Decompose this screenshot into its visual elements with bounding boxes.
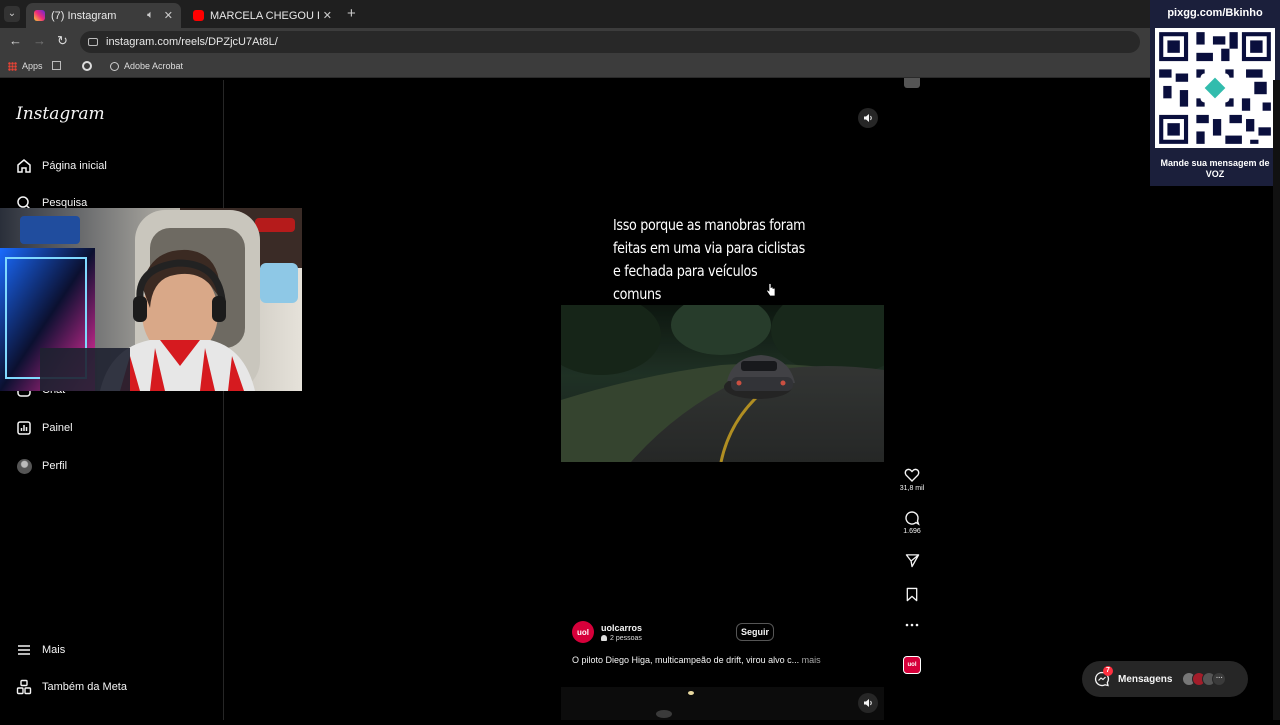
- tab-title: (7) Instagram: [51, 9, 117, 22]
- unread-badge: 7: [1103, 666, 1113, 676]
- qr-code: [1155, 28, 1275, 148]
- bookmarks-bar: Apps Adobe Acrobat: [0, 56, 1280, 78]
- tab-title: MARCELA CHEGOU PRA AGILIZ: [210, 9, 319, 22]
- audio-avatar-image: uol: [903, 656, 921, 674]
- pix-donation-overlay: pixgg.com/Bkinho Mande sua mensagem de V…: [1150, 0, 1280, 186]
- like-action[interactable]: 31,8 mil: [896, 467, 928, 492]
- pix-url: pixgg.com/Bkinho: [1167, 7, 1263, 19]
- reel-author[interactable]: uol uolcarros 2 pessoas: [572, 621, 642, 643]
- previous-reel-avatar[interactable]: [904, 78, 920, 88]
- menu-icon: [16, 642, 32, 658]
- pix-voice-message-text: Mande sua mensagem de VOZ: [1160, 158, 1270, 179]
- follow-button[interactable]: Seguir: [736, 623, 774, 641]
- reel-video-frame: [561, 305, 884, 462]
- volume-button-next[interactable]: [858, 693, 878, 713]
- close-tab-icon[interactable]: ✕: [323, 9, 332, 22]
- globe-icon: [110, 61, 119, 71]
- like-count: 31,8 mil: [899, 485, 925, 492]
- instagram-logo[interactable]: Instagram: [16, 104, 105, 124]
- sidebar-item-dashboard[interactable]: Painel: [16, 420, 73, 436]
- sidebar-item-home[interactable]: Página inicial: [16, 158, 107, 174]
- tab-youtube[interactable]: MARCELA CHEGOU PRA AGILIZ ✕: [185, 3, 340, 28]
- author-username[interactable]: uolcarros: [601, 623, 642, 633]
- avatar: [16, 458, 32, 474]
- speaker-icon: [864, 699, 872, 707]
- send-icon: [905, 554, 919, 568]
- forward-icon[interactable]: →: [33, 33, 46, 48]
- reload-icon[interactable]: ↻: [57, 33, 68, 49]
- save-action[interactable]: [896, 587, 928, 602]
- author-avatar[interactable]: uol: [572, 621, 594, 643]
- page-scrollbar[interactable]: [1273, 80, 1280, 720]
- close-tab-icon[interactable]: ✕: [164, 9, 173, 22]
- url-text: instagram.com/reels/DPZjcU7At8L/: [106, 36, 278, 48]
- dashboard-icon: [16, 420, 32, 436]
- sidebar-item-label: Perfil: [42, 460, 68, 472]
- sidebar-item-also-from-meta[interactable]: Também da Meta: [16, 679, 127, 695]
- apps-grid-icon: [8, 61, 17, 71]
- comment-action[interactable]: 1.696: [896, 510, 928, 535]
- share-action[interactable]: [896, 553, 928, 568]
- person-icon: [601, 635, 607, 641]
- grid-icon: [52, 61, 61, 70]
- bookmark-icon: [906, 587, 918, 602]
- sidebar-item-more[interactable]: Mais: [16, 642, 65, 658]
- messages-button[interactable]: 7 Mensagens ···: [1082, 661, 1248, 697]
- bookmark-label: Adobe Acrobat: [124, 61, 184, 71]
- messages-label: Mensagens: [1118, 673, 1173, 685]
- reel-video[interactable]: [561, 305, 884, 462]
- reel-overlay-text: Isso porque as manobras foram feitas em …: [613, 216, 806, 303]
- post-caption: O piloto Diego Higa, multicampeão de dri…: [572, 655, 821, 665]
- comment-count: 1.696: [903, 528, 921, 535]
- bookmark-apps[interactable]: Apps: [8, 61, 43, 71]
- youtube-favicon-icon: [193, 10, 204, 21]
- sidebar-item-label: Página inicial: [42, 160, 107, 172]
- more-avatars-icon: ···: [1212, 672, 1227, 686]
- webcam-overlay: [0, 208, 302, 391]
- collab-text: 2 pessoas: [610, 634, 642, 642]
- sidebar-item-label: Mais: [42, 644, 66, 656]
- hand-cursor-icon: [766, 283, 776, 302]
- audio-avatar[interactable]: uol: [896, 656, 928, 674]
- recent-chat-avatars: ···: [1182, 672, 1227, 686]
- more-options-button[interactable]: [896, 622, 928, 628]
- speaker-icon: [864, 114, 872, 122]
- grid-bookmark[interactable]: [52, 61, 66, 70]
- browser-tab-bar: ⌄ (7) Instagram 🔈︎ ✕ MARCELA CHEGOU PRA …: [0, 0, 1280, 28]
- new-tab-button[interactable]: +: [347, 5, 356, 22]
- next-reel-frame: [561, 687, 884, 720]
- site-info-icon[interactable]: [88, 38, 98, 46]
- speaker-icon[interactable]: 🔈︎: [147, 9, 154, 22]
- instagram-favicon-icon: [34, 10, 45, 21]
- sidebar-item-label: Também da Meta: [42, 681, 127, 693]
- browser-toolbar: ← → ↻ instagram.com/reels/DPZjcU7At8L/: [0, 28, 1280, 56]
- tab-instagram[interactable]: (7) Instagram 🔈︎ ✕: [26, 3, 181, 28]
- caption-more-link[interactable]: mais: [802, 655, 821, 665]
- address-bar[interactable]: instagram.com/reels/DPZjcU7At8L/: [80, 31, 1140, 53]
- collab-info[interactable]: 2 pessoas: [601, 635, 642, 642]
- google-bookmark[interactable]: [82, 61, 97, 71]
- comment-icon: [905, 511, 920, 526]
- next-reel-preview[interactable]: [561, 687, 884, 720]
- volume-button[interactable]: [858, 108, 878, 128]
- webcam-image: [0, 208, 302, 391]
- meta-icon: [16, 679, 32, 695]
- tab-search-button[interactable]: ⌄: [4, 6, 20, 22]
- caption-text: O piloto Diego Higa, multicampeão de dri…: [572, 655, 800, 665]
- messenger-icon: 7: [1094, 666, 1113, 687]
- bookmark-label: Apps: [22, 61, 43, 71]
- sidebar-item-profile[interactable]: Perfil: [16, 458, 67, 474]
- sidebar: Instagram Página inicial Pesquisa Chat P…: [0, 80, 224, 720]
- sidebar-item-label: Painel: [42, 422, 73, 434]
- heart-icon: [904, 468, 920, 482]
- more-icon: [905, 623, 919, 627]
- home-icon: [16, 158, 32, 174]
- google-icon: [82, 61, 92, 71]
- bookmark-adobe-acrobat[interactable]: Adobe Acrobat: [110, 61, 183, 71]
- back-icon[interactable]: ←: [9, 33, 22, 48]
